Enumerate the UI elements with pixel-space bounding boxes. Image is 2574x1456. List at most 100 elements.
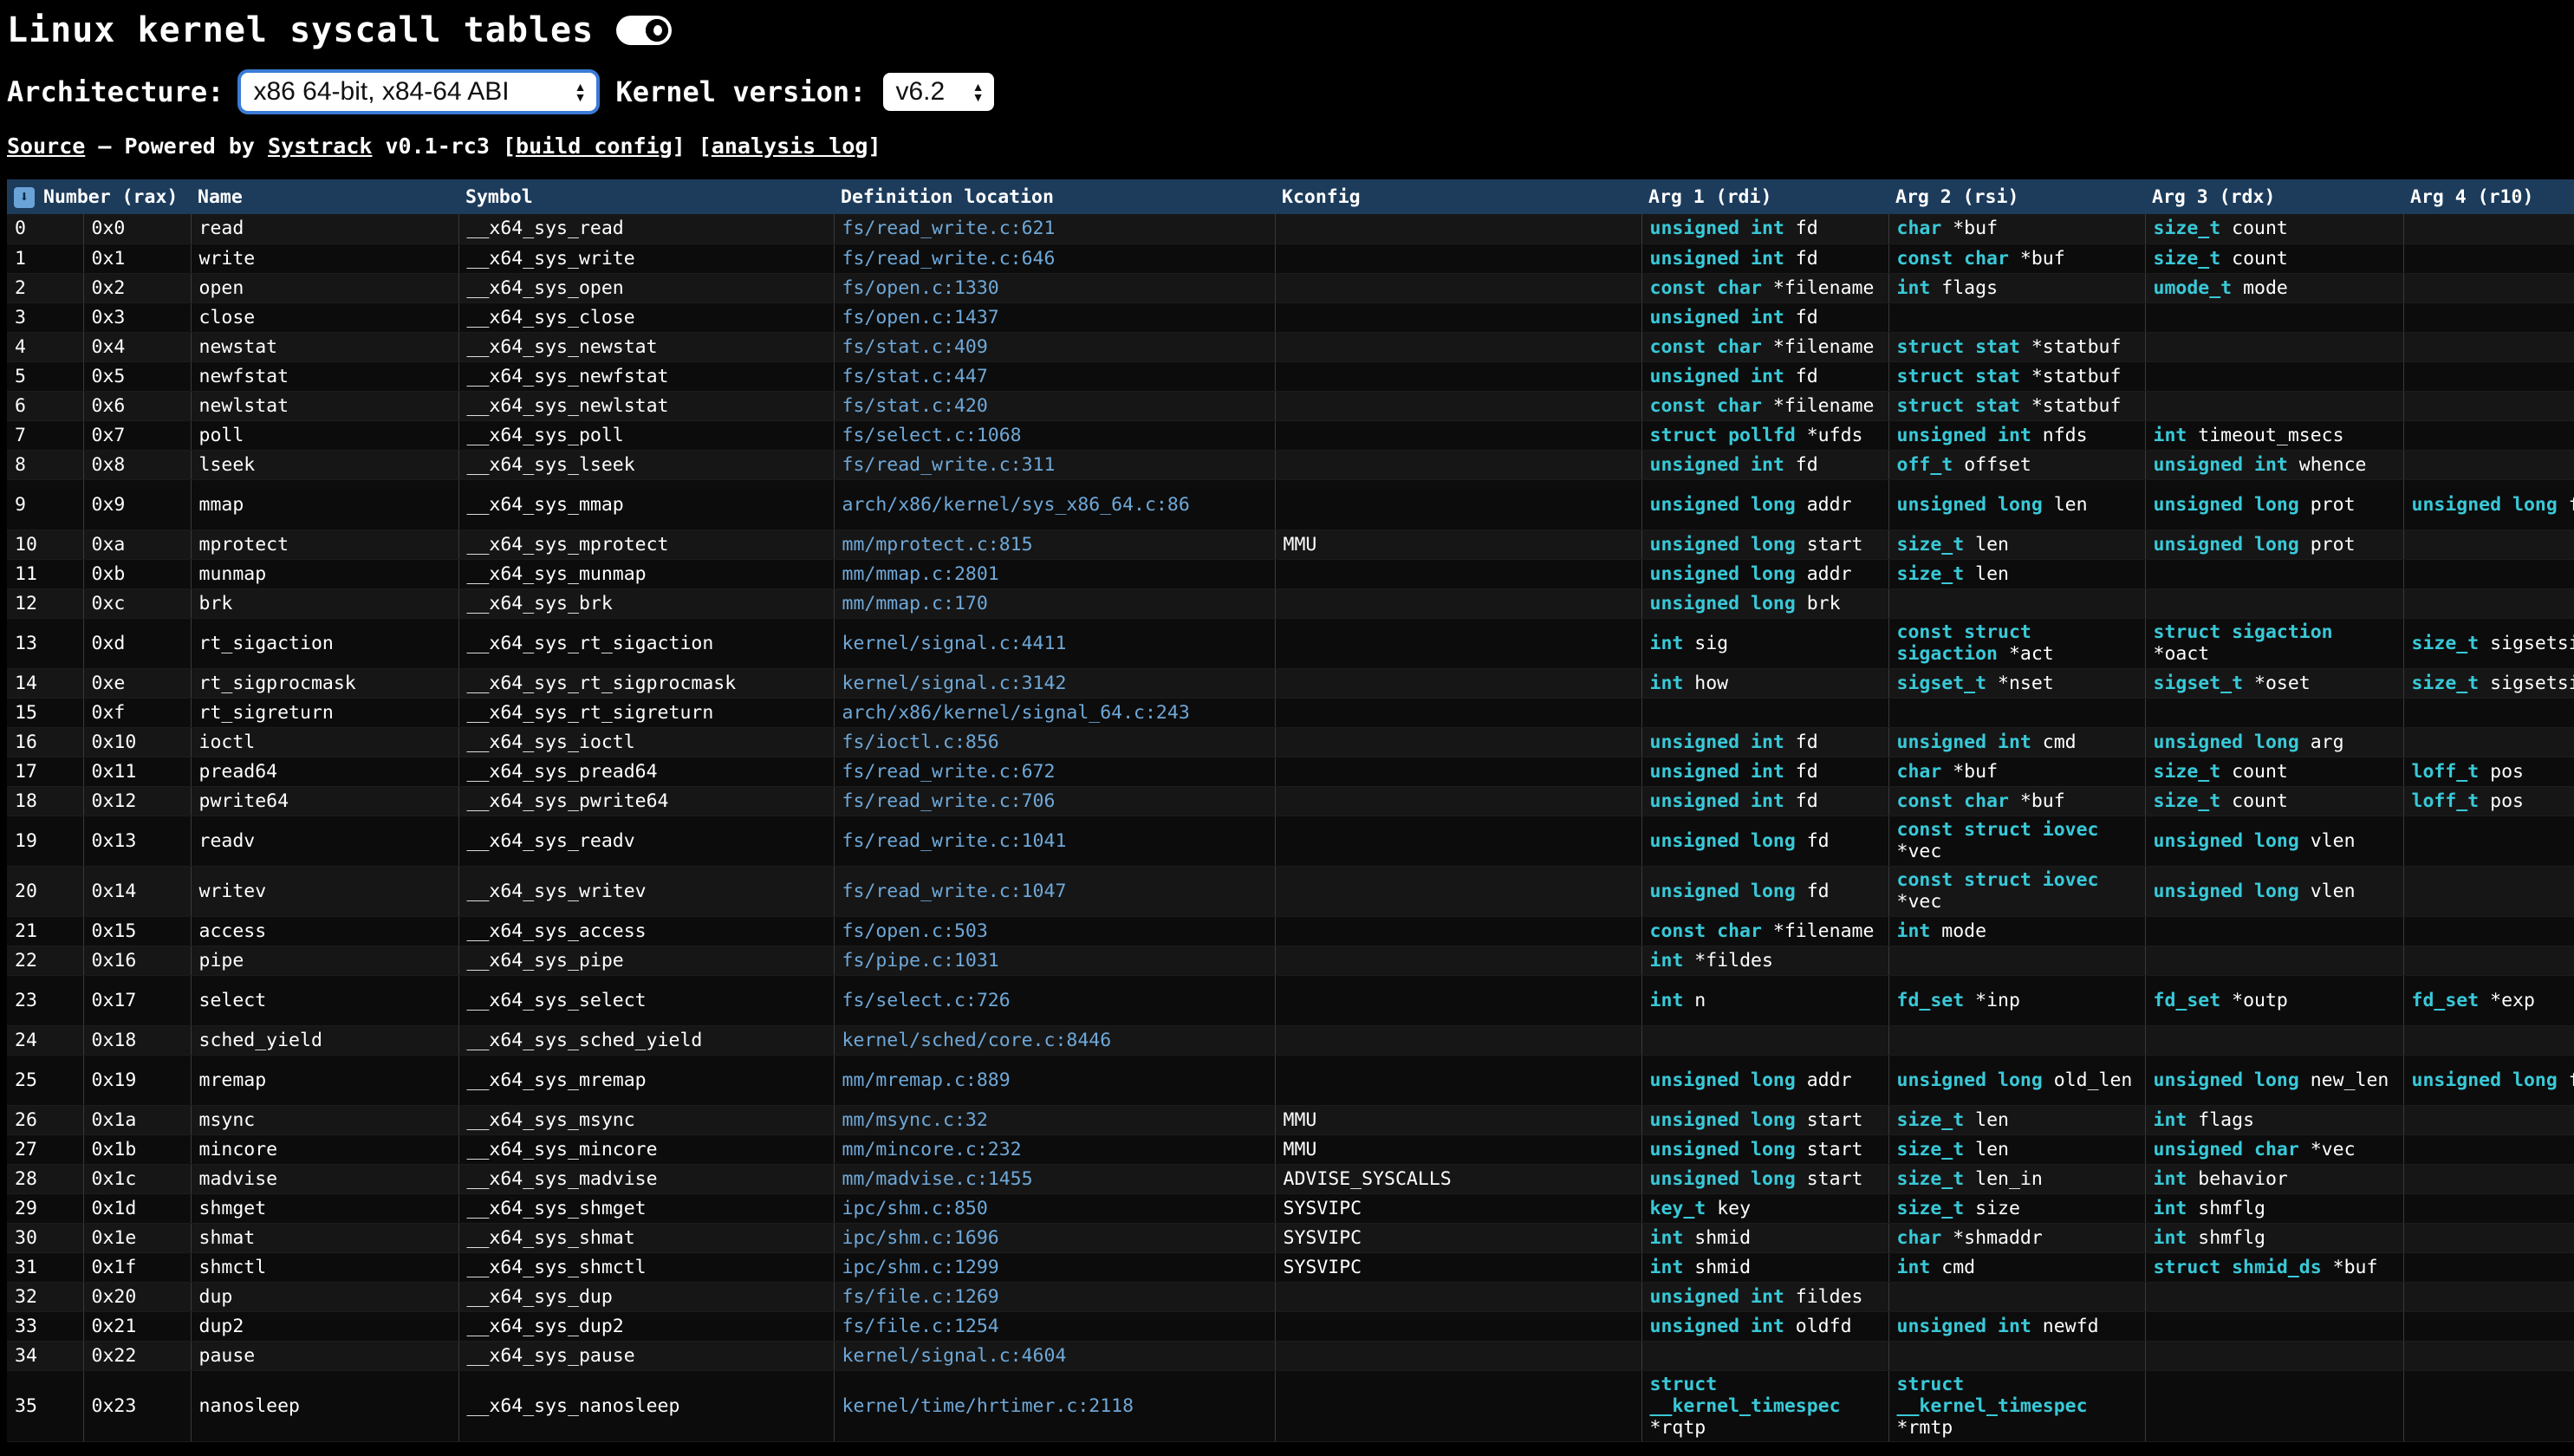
arg-name: fd xyxy=(1795,306,1818,328)
cell-number: 0 xyxy=(7,214,84,244)
arg-name: *oact xyxy=(2153,643,2210,665)
arg-name: start xyxy=(1806,533,1863,556)
kernel-version-select[interactable]: v6.2 ▲ ▼ xyxy=(883,73,995,111)
cell-location[interactable]: fs/open.c:1330 xyxy=(834,273,1276,303)
cell-number: 24 xyxy=(7,1025,84,1056)
cell-number: 29 xyxy=(7,1193,84,1224)
header-kconfig[interactable]: Kconfig xyxy=(1275,179,1641,214)
cell-hex: 0x1a xyxy=(83,1105,192,1135)
cell-location[interactable]: kernel/signal.c:3142 xyxy=(834,668,1276,699)
cell-arg3: int flags xyxy=(2145,1105,2404,1135)
cell-location[interactable]: mm/mprotect.c:815 xyxy=(834,530,1276,560)
cell-location[interactable]: fs/read_write.c:1041 xyxy=(834,816,1276,867)
cell-location[interactable]: mm/mremap.c:889 xyxy=(834,1055,1276,1106)
cell-arg1: unsigned long addr xyxy=(1641,479,1889,530)
arg-name: fd xyxy=(1806,880,1830,902)
theme-toggle[interactable] xyxy=(616,16,673,45)
arg-type: unsigned int xyxy=(1649,760,1784,783)
arg-name: len xyxy=(1975,562,2009,585)
cell-name: select xyxy=(191,975,459,1026)
cell-arg4 xyxy=(2403,1252,2574,1283)
header-arg3[interactable]: Arg 3 (rdx) xyxy=(2145,179,2403,214)
build-config-link[interactable]: build config xyxy=(516,133,673,159)
cell-location[interactable]: fs/read_write.c:706 xyxy=(834,786,1276,816)
cell-hex: 0x15 xyxy=(83,916,192,946)
cell-location[interactable]: ipc/shm.c:1696 xyxy=(834,1223,1276,1253)
cell-location[interactable]: arch/x86/kernel/sys_x86_64.c:86 xyxy=(834,479,1276,530)
cell-location[interactable]: fs/open.c:503 xyxy=(834,916,1276,946)
cell-arg3: unsigned long arg xyxy=(2145,727,2404,757)
cell-location[interactable]: fs/read_write.c:621 xyxy=(834,214,1276,244)
header-name[interactable]: Name xyxy=(191,179,458,214)
cell-location[interactable]: fs/file.c:1269 xyxy=(834,1282,1276,1312)
sort-icon[interactable]: ⬇ xyxy=(14,186,35,208)
cell-hex: 0x11 xyxy=(83,757,192,787)
table-row: 14 0xe rt_sigprocmask __x64_sys_rt_sigprocm… xyxy=(7,668,2574,699)
header-number[interactable]: ⬇ Number (rax) xyxy=(7,179,191,214)
cell-location[interactable]: kernel/time/hrtimer.c:2118 xyxy=(834,1370,1276,1442)
arg-type: const char xyxy=(1896,247,2009,270)
header-definition-location[interactable]: Definition location xyxy=(834,179,1275,214)
cell-location[interactable]: mm/mincore.c:232 xyxy=(834,1134,1276,1165)
cell-location[interactable]: fs/pipe.c:1031 xyxy=(834,946,1276,976)
header-arg1[interactable]: Arg 1 (rdi) xyxy=(1641,179,1888,214)
cell-location[interactable]: fs/stat.c:420 xyxy=(834,391,1276,421)
cell-symbol: __x64_sys_pipe xyxy=(458,946,835,976)
arg-type: unsigned int xyxy=(1896,731,2031,753)
source-link[interactable]: Source xyxy=(7,133,85,159)
cell-location[interactable]: fs/stat.c:409 xyxy=(834,332,1276,362)
cell-location[interactable]: kernel/signal.c:4411 xyxy=(834,618,1276,669)
cell-location[interactable]: fs/open.c:1437 xyxy=(834,302,1276,333)
cell-arg1: unsigned int fd xyxy=(1641,757,1889,787)
cell-arg2: const struct sigaction *act xyxy=(1888,618,2146,669)
table-row: 31 0x1f shmctl __x64_sys_shmctl ipc/shm.c:12… xyxy=(7,1252,2574,1283)
cell-location[interactable]: ipc/shm.c:850 xyxy=(834,1193,1276,1224)
cell-location[interactable]: fs/file.c:1254 xyxy=(834,1311,1276,1342)
cell-location[interactable]: fs/read_write.c:1047 xyxy=(834,866,1276,917)
arg-type: umode_t xyxy=(2153,276,2233,299)
cell-location[interactable]: fs/select.c:726 xyxy=(834,975,1276,1026)
cell-arg1: unsigned int oldfd xyxy=(1641,1311,1889,1342)
cell-location[interactable]: fs/select.c:1068 xyxy=(834,420,1276,451)
cell-number: 27 xyxy=(7,1134,84,1165)
arg-type: size_t xyxy=(2153,247,2221,270)
cell-arg1: struct pollfd *ufds xyxy=(1641,420,1889,451)
cell-symbol: __x64_sys_select xyxy=(458,975,835,1026)
arg-name: len xyxy=(2053,493,2088,516)
cell-symbol: __x64_sys_newlstat xyxy=(458,391,835,421)
source-text-3: ] [ xyxy=(672,133,712,159)
cell-location[interactable]: fs/read_write.c:646 xyxy=(834,244,1276,274)
cell-location[interactable]: fs/stat.c:447 xyxy=(834,361,1276,392)
cell-symbol: __x64_sys_ioctl xyxy=(458,727,835,757)
systrack-link[interactable]: Systrack xyxy=(268,133,372,159)
header-symbol[interactable]: Symbol xyxy=(458,179,834,214)
arg-type: unsigned int xyxy=(1649,1285,1784,1308)
cell-arg3 xyxy=(2145,1025,2404,1056)
header-arg4[interactable]: Arg 4 (r10) xyxy=(2403,179,2574,214)
cell-location[interactable]: fs/read_write.c:672 xyxy=(834,757,1276,787)
cell-location[interactable]: fs/ioctl.c:856 xyxy=(834,727,1276,757)
cell-location[interactable]: kernel/sched/core.c:8446 xyxy=(834,1025,1276,1056)
cell-name: writev xyxy=(191,866,459,917)
cell-hex: 0x8 xyxy=(83,450,192,480)
cell-arg4: loff_t pos xyxy=(2403,786,2574,816)
table-body: 0 0x0 read __x64_sys_read fs/read_write.c:62… xyxy=(7,214,2574,1442)
cell-location[interactable]: arch/x86/kernel/signal_64.c:243 xyxy=(834,698,1276,728)
cell-arg4 xyxy=(2403,244,2574,274)
arg-type: struct __kernel_timespec xyxy=(1649,1373,1841,1417)
cell-arg3 xyxy=(2145,361,2404,392)
analysis-log-link[interactable]: analysis log xyxy=(712,133,868,159)
header-arg2[interactable]: Arg 2 (rsi) xyxy=(1888,179,2145,214)
arg-type: unsigned long xyxy=(1896,493,2043,516)
cell-location[interactable]: kernel/signal.c:4604 xyxy=(834,1341,1276,1371)
syscall-table-container[interactable]: ⬇ Number (rax) Name Symbol Definition loc… xyxy=(7,179,2574,1456)
cell-location[interactable]: mm/mmap.c:2801 xyxy=(834,559,1276,589)
cell-location[interactable]: ipc/shm.c:1299 xyxy=(834,1252,1276,1283)
architecture-select[interactable]: x86 64-bit, x84-64 ABI ▲ ▼ xyxy=(241,73,597,111)
cell-arg3: struct shmid_ds *buf xyxy=(2145,1252,2404,1283)
cell-location[interactable]: fs/read_write.c:311 xyxy=(834,450,1276,480)
cell-location[interactable]: mm/msync.c:32 xyxy=(834,1105,1276,1135)
cell-location[interactable]: mm/mmap.c:170 xyxy=(834,588,1276,619)
cell-location[interactable]: mm/madvise.c:1455 xyxy=(834,1164,1276,1194)
cell-arg1: int shmid xyxy=(1641,1252,1889,1283)
